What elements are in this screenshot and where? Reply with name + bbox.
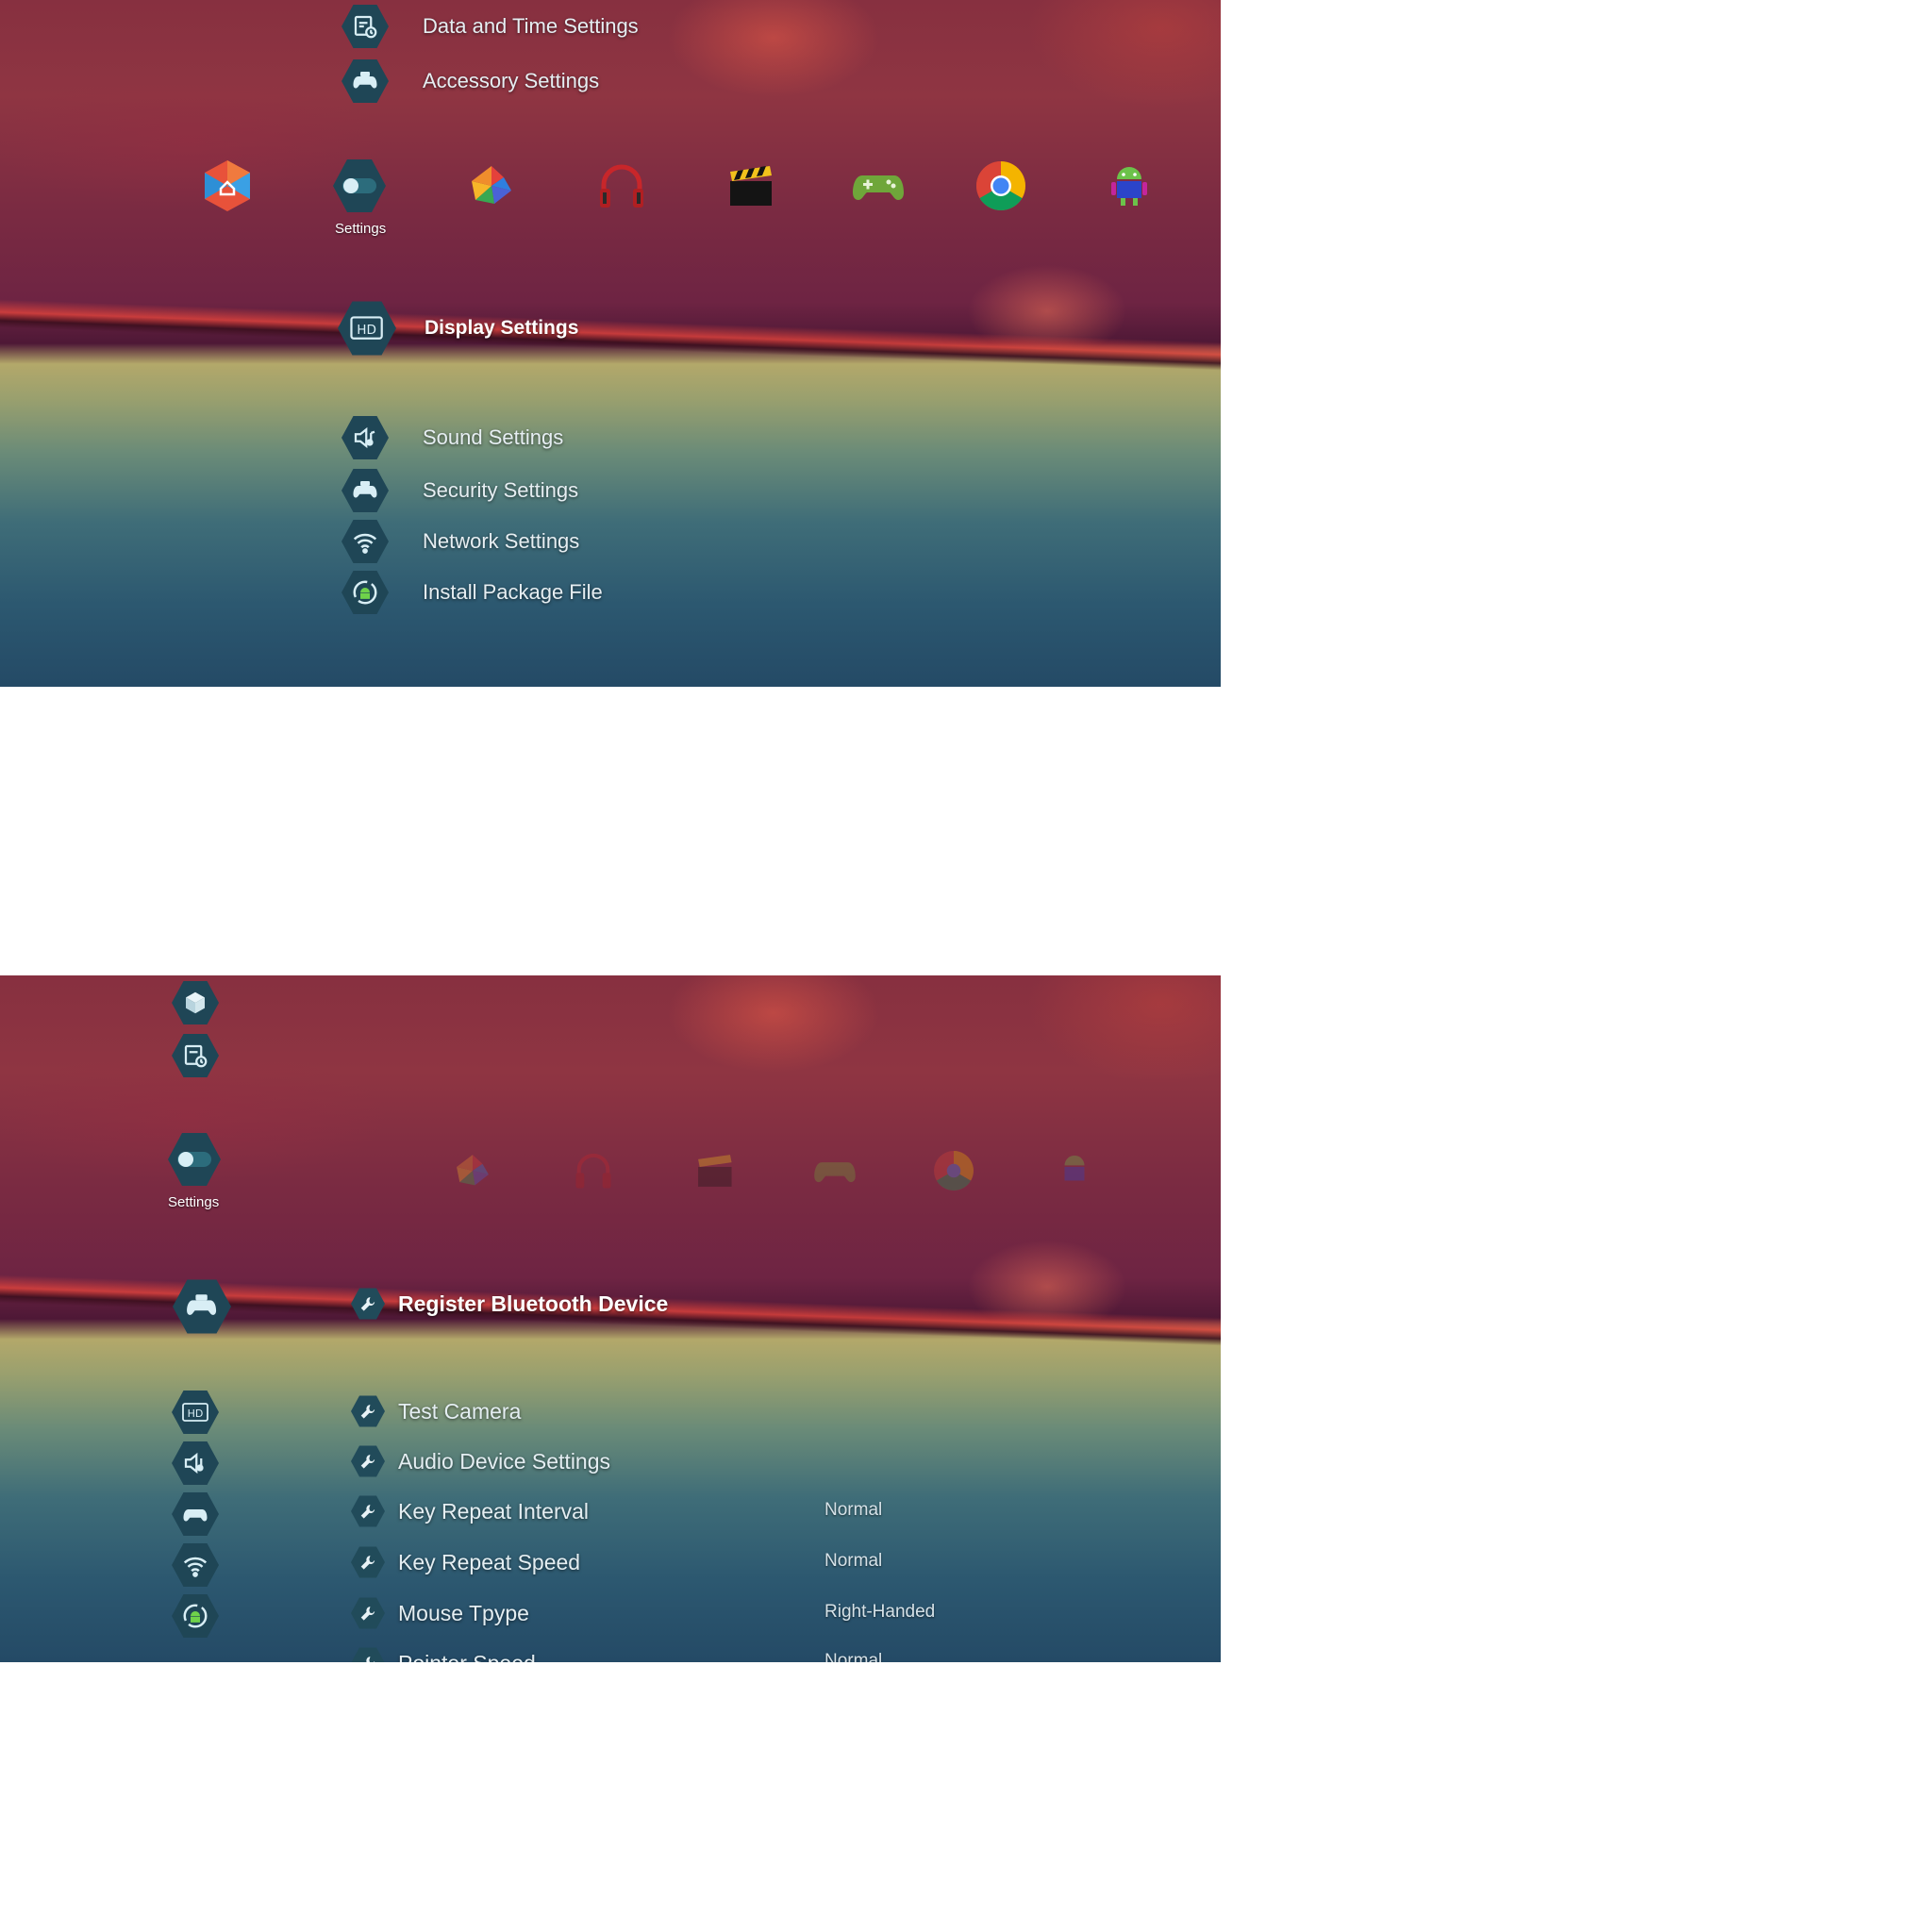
submenu-item-label: Audio Device Settings [398,1448,611,1474]
wrench-icon [351,1495,385,1527]
submenu-item-value: Normal [824,1551,883,1571]
wrench-icon [351,1395,385,1427]
speaker-icon [341,416,389,459]
submenu-item-value: Right-Handed [824,1602,936,1622]
wifi-icon [341,520,389,563]
headphones-icon[interactable] [592,157,651,215]
clapperboard-icon[interactable] [721,157,779,215]
svg-text:HD: HD [188,1407,204,1420]
submenu-item-label: Mouse Tpype [398,1600,529,1625]
submenu-item-label: Key Repeat Interval [398,1498,590,1524]
android-refresh-icon [341,571,389,614]
submenu-item-label: Pointer Speed [398,1651,536,1663]
menu-item-label: Network Settings [423,529,580,553]
calendar-clock-icon [341,5,389,48]
gamepad-icon [341,469,389,512]
submenu-item-register-bluetooth[interactable]: Register Bluetooth Device [351,1284,668,1324]
hd-display-icon: HD [338,301,396,356]
menu-item-sound[interactable]: Sound Settings [341,416,564,459]
photos-pinwheel-icon[interactable] [462,157,521,215]
menu-item-label: Accessory Settings [423,69,600,92]
wrench-icon [351,1546,385,1578]
wrench-icon [351,1288,385,1320]
submenu-item-mouse-type[interactable]: Mouse Tpype [351,1593,529,1633]
menu-item-label: Security Settings [423,478,579,502]
submenu-item-label: Test Camera [398,1398,522,1424]
android-robot-icon[interactable] [1100,157,1158,215]
submenu-item-value: Normal [824,1500,883,1520]
app-caption-settings: Settings [168,1194,220,1210]
menu-item-security[interactable]: Security Settings [341,469,579,512]
menu-item-display[interactable]: HD Display Settings [338,301,579,356]
gamepad-icon [341,59,389,103]
wrench-icon [351,1597,385,1629]
submenu-item-audio-device[interactable]: Audio Device Settings [351,1441,610,1481]
menu-item-install-package[interactable]: Install Package File [341,571,603,614]
submenu-item-key-repeat-speed[interactable]: Key Repeat Speed [351,1542,580,1582]
wrench-icon [351,1445,385,1477]
games-controller-icon[interactable] [849,157,908,215]
menu-item-accessory[interactable]: Accessory Settings [341,59,600,103]
home-hex-icon[interactable] [198,157,257,215]
xmb-settings-screen-top: Data and Time Settings Accessory Setting… [0,0,1221,687]
menu-item-label: Install Package File [423,580,603,604]
menu-item-label: Sound Settings [423,425,564,449]
clapperboard-icon[interactable] [691,1147,738,1194]
submenu-item-label: Key Repeat Speed [398,1549,581,1574]
menu-item-date-time[interactable]: Data and Time Settings [341,5,639,48]
games-controller-icon[interactable] [811,1147,858,1194]
submenu-item-pointer-speed[interactable]: Pointer Speed [351,1643,536,1662]
svg-text:HD: HD [358,323,377,338]
submenu-item-label: Register Bluetooth Device [398,1291,669,1316]
headphones-icon[interactable] [570,1147,617,1194]
chrome-icon[interactable] [972,157,1030,215]
menu-item-network[interactable]: Network Settings [341,520,580,563]
menu-item-label: Display Settings [425,317,579,339]
xmb-settings-screen-bottom: Settings HD Register Bluetooth Device Te… [0,975,1221,1662]
settings-toggle-icon[interactable] [330,157,389,215]
menu-item-label: Data and Time Settings [423,14,639,38]
android-robot-icon[interactable] [1051,1147,1098,1194]
submenu-item-key-repeat-interval[interactable]: Key Repeat Interval [351,1491,589,1531]
submenu-item-value: Normal [824,1651,883,1662]
app-caption-settings: Settings [335,221,387,237]
wallpaper [0,0,1221,687]
chrome-icon[interactable] [930,1147,977,1194]
submenu-item-test-camera[interactable]: Test Camera [351,1391,521,1431]
wrench-icon [351,1647,385,1662]
photos-pinwheel-icon[interactable] [449,1147,496,1194]
settings-toggle-icon[interactable] [165,1130,224,1189]
